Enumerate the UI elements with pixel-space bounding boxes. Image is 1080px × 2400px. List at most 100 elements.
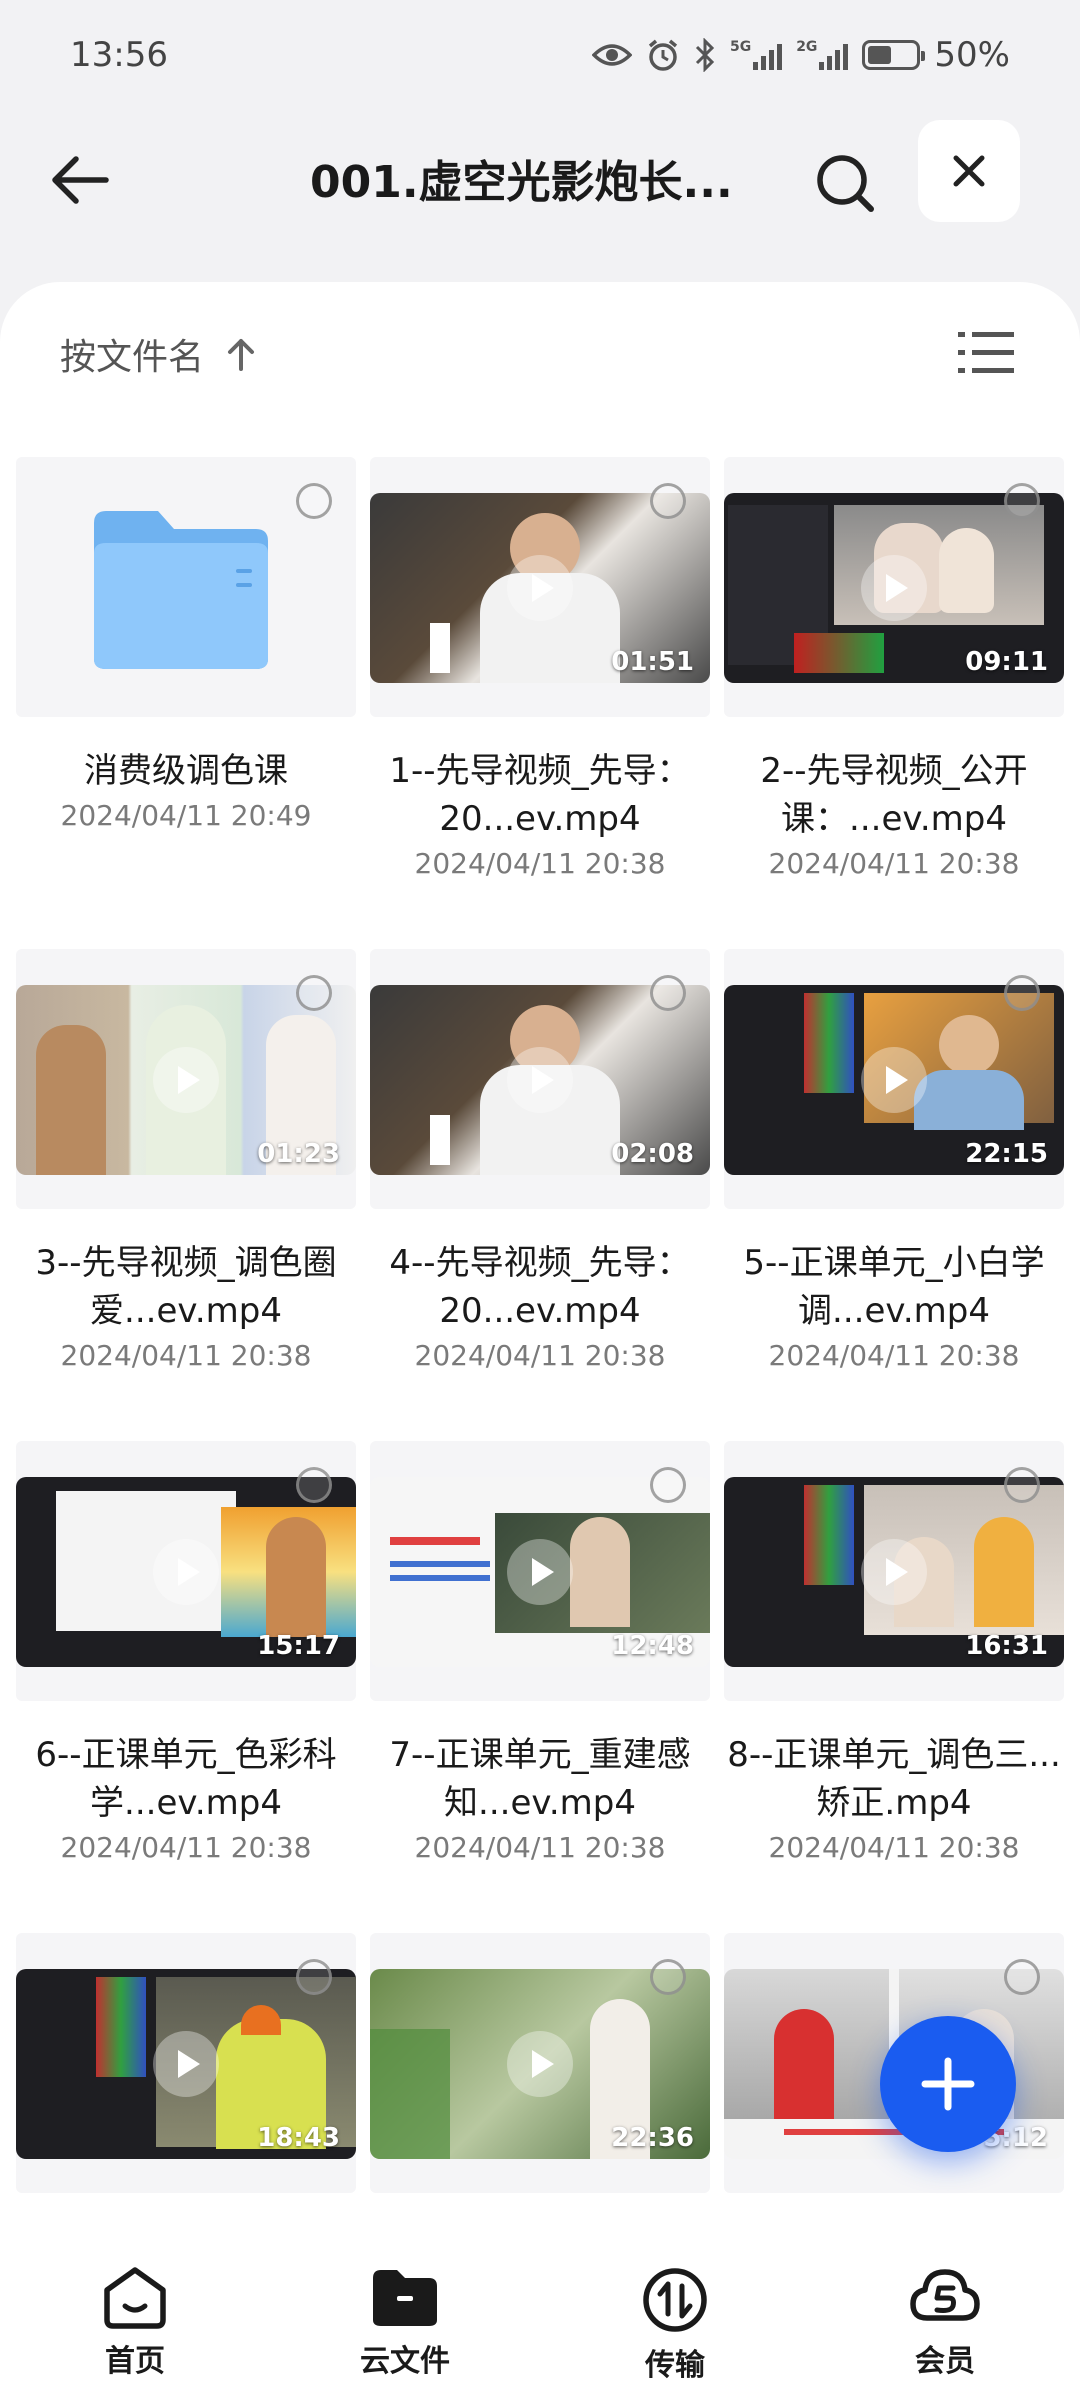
video-duration: 01:23: [257, 1139, 340, 1169]
file-date: 2024/04/11 20:38: [768, 847, 1020, 880]
transfer-icon: [643, 2268, 707, 2332]
file-name: 1--先导视频_先导：20...ev.mp4: [389, 751, 691, 839]
file-name: 6--正课单元_色彩科学...ev.mp4: [35, 1735, 337, 1823]
video-duration: 01:51: [611, 647, 694, 677]
play-icon: [861, 1047, 927, 1113]
video-thumbnail-wrap: 09:11: [724, 457, 1064, 717]
file-name: 4--先导视频_先导：20...ev.mp4: [389, 1243, 691, 1331]
status-bar: 13:56 5G 2G 50%: [0, 0, 1080, 110]
play-icon: [507, 1047, 573, 1113]
select-checkbox[interactable]: [296, 1959, 332, 1995]
video-thumbnail: 16:31: [724, 1477, 1064, 1667]
status-time: 13:56: [70, 35, 168, 75]
file-item[interactable]: 12:48 7--正课单元_重建感知...ev.mp4 2024/04/11 2…: [370, 1441, 710, 1869]
video-duration: 18:43: [257, 2123, 340, 2153]
file-item[interactable]: 01:23 3--先导视频_调色圈爱...ev.mp4 2024/04/11 2…: [16, 949, 356, 1377]
home-icon: [104, 2267, 166, 2329]
video-duration: 12:48: [611, 1631, 694, 1661]
bottom-nav: 首页 云文件 传输 会员: [0, 2240, 1080, 2400]
play-icon: [153, 2031, 219, 2097]
video-thumbnail: 12:48: [370, 1477, 710, 1667]
nav-item-cloud-files[interactable]: 云文件: [270, 2240, 540, 2400]
file-date: 2024/04/11 20:38: [414, 1831, 666, 1864]
search-button[interactable]: [800, 138, 890, 228]
battery-text: 50%: [934, 35, 1010, 75]
play-icon: [153, 1539, 219, 1605]
select-checkbox[interactable]: [650, 975, 686, 1011]
video-duration: 22:15: [965, 1139, 1048, 1169]
close-icon: [953, 155, 985, 187]
close-button[interactable]: [918, 120, 1020, 222]
file-name: 消费级调色课: [84, 751, 288, 791]
sort-control[interactable]: 按文件名: [60, 324, 256, 384]
search-icon: [817, 155, 874, 212]
signal-2g-icon: 2G: [796, 40, 849, 70]
file-item[interactable]: 18:43: [16, 1933, 356, 2193]
alarm-icon: [646, 38, 680, 72]
select-checkbox[interactable]: [650, 1467, 686, 1503]
signal-5g-icon: 5G: [730, 40, 783, 70]
sort-label: 按文件名: [60, 337, 205, 378]
add-button[interactable]: [880, 2016, 1016, 2152]
nav-item-transfer[interactable]: 传输: [540, 2240, 810, 2400]
file-date: 2024/04/11 20:38: [60, 1339, 312, 1372]
file-item[interactable]: 15:17 6--正课单元_色彩科学...ev.mp4 2024/04/11 2…: [16, 1441, 356, 1869]
file-item[interactable]: 22:36: [370, 1933, 710, 2193]
file-item[interactable]: 01:51 1--先导视频_先导：20...ev.mp4 2024/04/11 …: [370, 457, 710, 885]
video-thumbnail-wrap: 02:08: [370, 949, 710, 1209]
video-thumbnail: 09:11: [724, 493, 1064, 683]
video-duration: 16:31: [965, 1631, 1048, 1661]
video-thumbnail: 02:08: [370, 985, 710, 1175]
select-checkbox[interactable]: [296, 975, 332, 1011]
folder-icon: [94, 511, 268, 669]
file-item[interactable]: 09:11 2--先导视频_公开课：...ev.mp4 2024/04/11 2…: [724, 457, 1064, 885]
select-checkbox[interactable]: [296, 1467, 332, 1503]
file-name: 7--正课单元_重建感知...ev.mp4: [389, 1735, 691, 1823]
folder-thumbnail: [16, 457, 356, 717]
video-duration: 15:17: [257, 1631, 340, 1661]
list-view-icon: [958, 332, 1014, 373]
folder-icon: [373, 2270, 437, 2326]
file-date: 2024/04/11 20:38: [414, 1339, 666, 1372]
video-duration: 02:08: [611, 1139, 694, 1169]
play-icon: [861, 1539, 927, 1605]
nav-item-home[interactable]: 首页: [0, 2240, 270, 2400]
video-thumbnail: 22:36: [370, 1969, 710, 2159]
select-checkbox[interactable]: [1004, 483, 1040, 519]
select-checkbox[interactable]: [1004, 1467, 1040, 1503]
video-thumbnail: 22:15: [724, 985, 1064, 1175]
video-thumbnail-wrap: 15:17: [16, 1441, 356, 1701]
file-item[interactable]: 16:31 8--正课单元_调色三...矫正.mp4 2024/04/11 20…: [724, 1441, 1064, 1869]
nav-label: 云文件: [360, 2344, 450, 2379]
bluetooth-icon: [694, 38, 716, 72]
play-icon: [153, 1047, 219, 1113]
page-title: 001.虚空光影炮长...: [310, 157, 733, 208]
select-checkbox[interactable]: [650, 1959, 686, 1995]
file-date: 2024/04/11 20:38: [768, 1831, 1020, 1864]
file-item[interactable]: 22:15 5--正课单元_小白学调...ev.mp4 2024/04/11 2…: [724, 949, 1064, 1377]
file-item[interactable]: 02:08 4--先导视频_先导：20...ev.mp4 2024/04/11 …: [370, 949, 710, 1377]
video-thumbnail-wrap: 01:51: [370, 457, 710, 717]
video-thumbnail-wrap: 22:36: [370, 1933, 710, 2193]
view-toggle-button[interactable]: [958, 330, 1014, 378]
file-name: 3--先导视频_调色圈爱...ev.mp4: [35, 1243, 337, 1331]
file-name: 8--正课单元_调色三...矫正.mp4: [727, 1735, 1061, 1823]
select-checkbox[interactable]: [296, 483, 332, 519]
video-duration: 22:36: [611, 2123, 694, 2153]
back-arrow-icon: [52, 156, 109, 204]
nav-item-vip[interactable]: 会员: [810, 2240, 1080, 2400]
plus-icon: [921, 2057, 975, 2111]
file-item[interactable]: 消费级调色课 2024/04/11 20:49: [16, 457, 356, 837]
video-thumbnail: 15:17: [16, 1477, 356, 1667]
select-checkbox[interactable]: [1004, 1959, 1040, 1995]
back-button[interactable]: [40, 140, 120, 220]
header: 001.虚空光影炮长...: [0, 120, 1080, 230]
vip-icon: [910, 2269, 980, 2321]
play-icon: [861, 555, 927, 621]
select-checkbox[interactable]: [650, 483, 686, 519]
play-icon: [507, 2031, 573, 2097]
video-thumbnail-wrap: 01:23: [16, 949, 356, 1209]
select-checkbox[interactable]: [1004, 975, 1040, 1011]
battery-icon: [862, 40, 926, 70]
video-thumbnail-wrap: 16:31: [724, 1441, 1064, 1701]
